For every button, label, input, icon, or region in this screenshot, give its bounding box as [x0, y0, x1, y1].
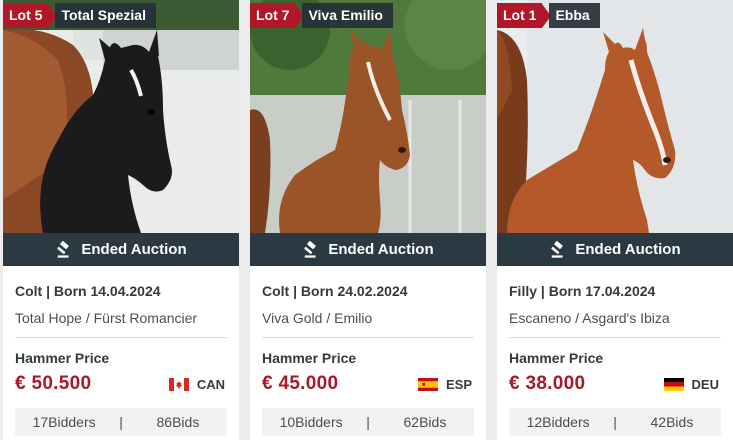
bids-separator: | [366, 414, 370, 430]
pedigree: Escaneno / Asgard's Ibiza [509, 310, 670, 326]
gavel-icon [304, 240, 316, 258]
hammer-price-label: Hammer Price [509, 350, 604, 366]
bids-separator: | [613, 414, 617, 430]
lot-tag: Lot 5 Total Spezial [3, 3, 156, 28]
lot-number: Lot 1 [497, 3, 543, 28]
card-info: Colt | Born 24.02.2024 Viva Gold / Emili… [262, 281, 474, 328]
card-info: Filly | Born 17.04.2024 Escaneno / Asgar… [509, 281, 721, 328]
foal-photo[interactable] [250, 0, 486, 233]
bids-label: Bids [172, 414, 200, 430]
lot-number: Lot 5 [3, 3, 49, 28]
bids-count: 86Bids [129, 414, 227, 430]
lot-number: Lot 7 [250, 3, 296, 28]
status-label: Ended Auction [81, 241, 187, 258]
hammer-price-label: Hammer Price [15, 350, 110, 366]
auction-status-bar: Ended Auction [3, 233, 239, 266]
pedigree: Viva Gold / Emilio [262, 310, 373, 326]
status-label: Ended Auction [328, 241, 434, 258]
hammer-price-label: Hammer Price [262, 350, 357, 366]
horse-name[interactable]: Ebba [549, 3, 600, 28]
hammer-price-value: € 38.000 [509, 373, 586, 394]
auction-card[interactable]: Lot 1 Ebba Ended Auction Filly | Born 17… [497, 0, 733, 440]
country-code: DEU [691, 377, 719, 392]
buyer-country: ESP [417, 377, 472, 392]
bids-summary: 17Bidders | 86Bids [15, 408, 227, 436]
buyer-country: CAN [168, 377, 225, 392]
foal-photo[interactable] [497, 0, 733, 233]
bidders-count: 17Bidders [15, 414, 113, 430]
buyer-country: DEU [663, 377, 719, 392]
bids-number: 42 [650, 414, 667, 430]
auction-status-bar: Ended Auction [497, 233, 733, 266]
card-info: Colt | Born 14.04.2024 Total Hope / Fürs… [15, 281, 227, 328]
auction-card[interactable]: Lot 7 Viva Emilio Ended Auction Colt | B… [250, 0, 486, 440]
bids-number: 86 [156, 414, 173, 430]
bids-summary: 12Bidders | 42Bids [509, 408, 721, 436]
canada-flag-icon [168, 378, 189, 391]
pedigree: Total Hope / Fürst Romancier [15, 310, 198, 326]
country-code: ESP [445, 377, 472, 392]
bidders-number: 17 [32, 414, 49, 430]
divider [509, 337, 721, 338]
divider [15, 337, 227, 338]
bidders-count: 10Bidders [262, 414, 360, 430]
bids-count: 62Bids [376, 414, 474, 430]
sex-born-date: Filly | Born 17.04.2024 [509, 283, 656, 299]
divider [262, 337, 474, 338]
bidders-number: 12 [526, 414, 543, 430]
bidders-label: Bidders [295, 414, 343, 430]
hammer-price-value: € 50.500 [15, 373, 92, 394]
sex-born-date: Colt | Born 24.02.2024 [262, 283, 408, 299]
bids-separator: | [119, 414, 123, 430]
auction-status-bar: Ended Auction [250, 233, 486, 266]
horse-name[interactable]: Total Spezial [55, 3, 156, 28]
lot-tag: Lot 1 Ebba [497, 3, 600, 28]
bids-count: 42Bids [623, 414, 721, 430]
bids-number: 62 [403, 414, 420, 430]
auction-card[interactable]: Lot 5 Total Spezial Ended Auction Colt |… [3, 0, 239, 440]
gavel-icon [551, 240, 563, 258]
auction-results-page: Lot 5 Total Spezial Ended Auction Colt |… [0, 0, 733, 440]
lot-tag: Lot 7 Viva Emilio [250, 3, 393, 28]
bids-summary: 10Bidders | 62Bids [262, 408, 474, 436]
foal-photo[interactable] [3, 0, 239, 233]
bidders-label: Bidders [542, 414, 590, 430]
bidders-number: 10 [279, 414, 296, 430]
country-code: CAN [196, 377, 225, 392]
sex-born-date: Colt | Born 14.04.2024 [15, 283, 161, 299]
spain-flag-icon [417, 378, 438, 391]
germany-flag-icon [663, 378, 684, 391]
hammer-price-value: € 45.000 [262, 373, 339, 394]
bidders-count: 12Bidders [509, 414, 607, 430]
bids-label: Bids [419, 414, 447, 430]
bidders-label: Bidders [48, 414, 96, 430]
bids-label: Bids [666, 414, 694, 430]
horse-name[interactable]: Viva Emilio [302, 3, 393, 28]
status-label: Ended Auction [575, 241, 681, 258]
gavel-icon [57, 240, 69, 258]
